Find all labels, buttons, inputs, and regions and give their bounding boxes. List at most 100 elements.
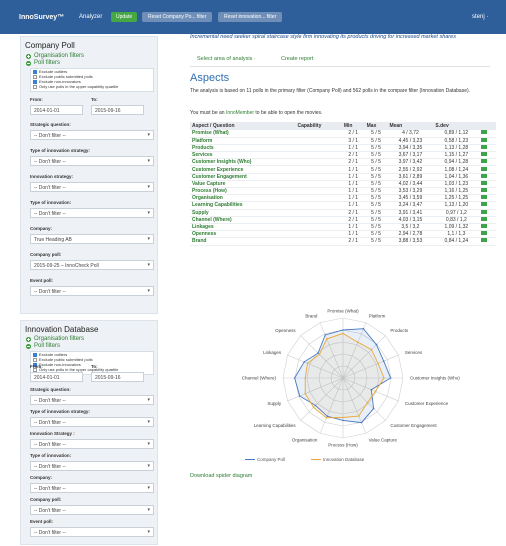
movie-icon[interactable] [481,195,488,200]
filter-select[interactable]: -- Don't filter -- ▾ [30,395,154,405]
aspect-link[interactable]: Promise (What) [190,130,296,138]
aspect-link[interactable]: Process (How) [190,187,296,196]
table-cell [295,130,342,138]
aspect-link[interactable]: Supply [190,209,296,217]
aspect-link[interactable]: Customer Engagement [190,173,296,181]
filter-select[interactable]: -- Don't filter -- ▾ [30,156,154,166]
reset-company-filter-button[interactable]: Reset Company Po... filter [142,12,213,22]
strategy-summary: Incremental need seeker spiral staircase… [190,34,456,40]
data-point [358,415,360,417]
to-date-input[interactable]: 2015-09-16 [91,372,144,382]
table-cell: 1 / 1 [341,230,365,239]
table-row: Services 2 / 15 / 5 3,67 / 3,17 1,15 / 1,27 [190,151,496,160]
aspect-link[interactable]: Learning Capabilities [190,201,296,210]
filter-label: Innovation strategy: [30,174,74,179]
movie-icon[interactable] [481,231,488,236]
data-point [342,332,344,335]
checkbox[interactable] [33,352,37,357]
checkbox[interactable] [33,69,37,74]
aspect-link[interactable]: Customer Insights (Who) [190,158,296,167]
filter-select[interactable]: True Heading AB ▾ [30,234,154,244]
filter-select[interactable]: -- Don't filter -- ▾ [30,527,154,537]
filter-select[interactable]: -- Don't filter -- ▾ [30,130,154,140]
column-header: Mean [387,122,434,130]
movie-icon[interactable] [481,188,488,193]
movie-cell [479,144,496,153]
table-cell: 3,24 / 3,47 [387,201,434,210]
table-cell: 4,03 / 3,15 [387,216,434,224]
movie-icon[interactable] [481,159,488,164]
filter-label: Company poll: [30,497,62,502]
aspect-link[interactable]: Platform [190,137,296,145]
filter-select[interactable]: 2015-09-25 – InnoCheck Poll ▾ [30,260,154,270]
table-cell: 2,55 / 2,92 [387,165,434,174]
aspect-link[interactable]: Value Capture [190,180,296,189]
check-upper-quartile[interactable]: Only use polls in the upper capability q… [31,84,153,89]
checkbox[interactable] [33,357,37,362]
data-point [318,353,321,356]
filter-select[interactable]: -- Don't filter -- ▾ [30,483,154,493]
reset-innovation-filter-button[interactable]: Reset innovation... filter [218,12,283,22]
movie-icon[interactable] [481,144,488,149]
organisation-filters-toggle[interactable]: Organisation filters [26,53,84,59]
movie-icon[interactable] [481,152,488,157]
movie-icon[interactable] [481,166,488,171]
filter-select[interactable]: -- Don't filter -- ▾ [30,439,154,449]
movie-icon[interactable] [481,180,488,185]
movie-icon[interactable] [481,209,488,214]
aspect-link[interactable]: Customer Experience [190,165,296,174]
aspect-link[interactable]: Organisation [190,194,296,203]
filter-value: -- Don't filter -- [34,159,66,165]
table-cell [295,216,342,224]
movie-icon[interactable] [481,216,488,221]
axis-label: Customer Insights (Who) [410,376,460,381]
movie-icon[interactable] [481,202,488,207]
aspect-link[interactable]: Brand [190,237,296,246]
axis-label: Services [405,350,423,355]
organisation-filters-toggle[interactable]: Organisation filters [26,336,84,342]
poll-filters-toggle[interactable]: Poll filters [26,60,60,66]
user-menu[interactable]: stenj · [472,14,488,20]
table-cell: 5 / 5 [364,137,388,145]
filter-select[interactable]: -- Don't filter -- ▾ [30,208,154,218]
download-spider-link[interactable]: Download spider diagram [190,473,252,479]
checkbox[interactable] [33,84,37,89]
create-report-link[interactable]: Create report [281,56,313,62]
top-navbar: InnoSurvey™ Analyzer Update Reset Compan… [0,0,506,34]
filter-select[interactable]: -- Don't filter -- ▾ [30,286,154,296]
aspect-link[interactable]: Linkages [190,223,296,232]
checkbox[interactable] [33,74,37,79]
table-cell: 0,84 / 1,24 [433,237,480,246]
filter-select[interactable]: -- Don't filter -- ▾ [30,461,154,471]
filter-select[interactable]: -- Don't filter -- ▾ [30,182,154,192]
to-date-input[interactable]: 2015-09-16 [91,105,144,115]
table-row: Learning Capabilities 1 / 15 / 5 3,24 / 3,… [190,201,496,210]
app-brand[interactable]: InnoSurvey™ [19,14,64,21]
aspect-link[interactable]: Openness [190,230,296,239]
filter-select[interactable]: -- Don't filter -- ▾ [30,417,154,427]
checkbox[interactable] [33,79,37,84]
from-date-input[interactable]: 2014-01-01 [30,105,83,115]
table-cell: 3,67 / 3,17 [387,151,434,160]
movie-icon[interactable] [481,224,488,229]
movie-icon[interactable] [481,173,488,178]
chevron-down-icon: ▾ [147,463,150,469]
movie-icon[interactable] [481,137,488,142]
nav-analyzer[interactable]: Analyzer [79,14,102,20]
spider-chart: Promise (What) Platform Products Services Cu… [242,309,461,448]
movie-icon[interactable] [481,130,488,135]
update-button[interactable]: Update [111,12,138,22]
axis-label: Customer Experience [405,401,449,406]
aspect-link[interactable]: Services [190,151,296,160]
poll-filters-toggle[interactable]: Poll filters [26,343,60,349]
filter-select[interactable]: -- Don't filter -- ▾ [30,505,154,515]
from-date-input[interactable]: 2014-01-01 [30,372,83,382]
to-label: To: [91,97,98,102]
innomember-link[interactable]: InnoMember [226,110,254,116]
select-area-dropdown[interactable]: Select area of analysis · [197,56,256,62]
aspect-link[interactable]: Products [190,144,296,153]
axis-label: Channel (Where) [242,376,277,381]
axis-label: Learning Capabilities [254,423,297,428]
aspect-link[interactable]: Channel (Where) [190,216,296,224]
movie-icon[interactable] [481,238,488,243]
